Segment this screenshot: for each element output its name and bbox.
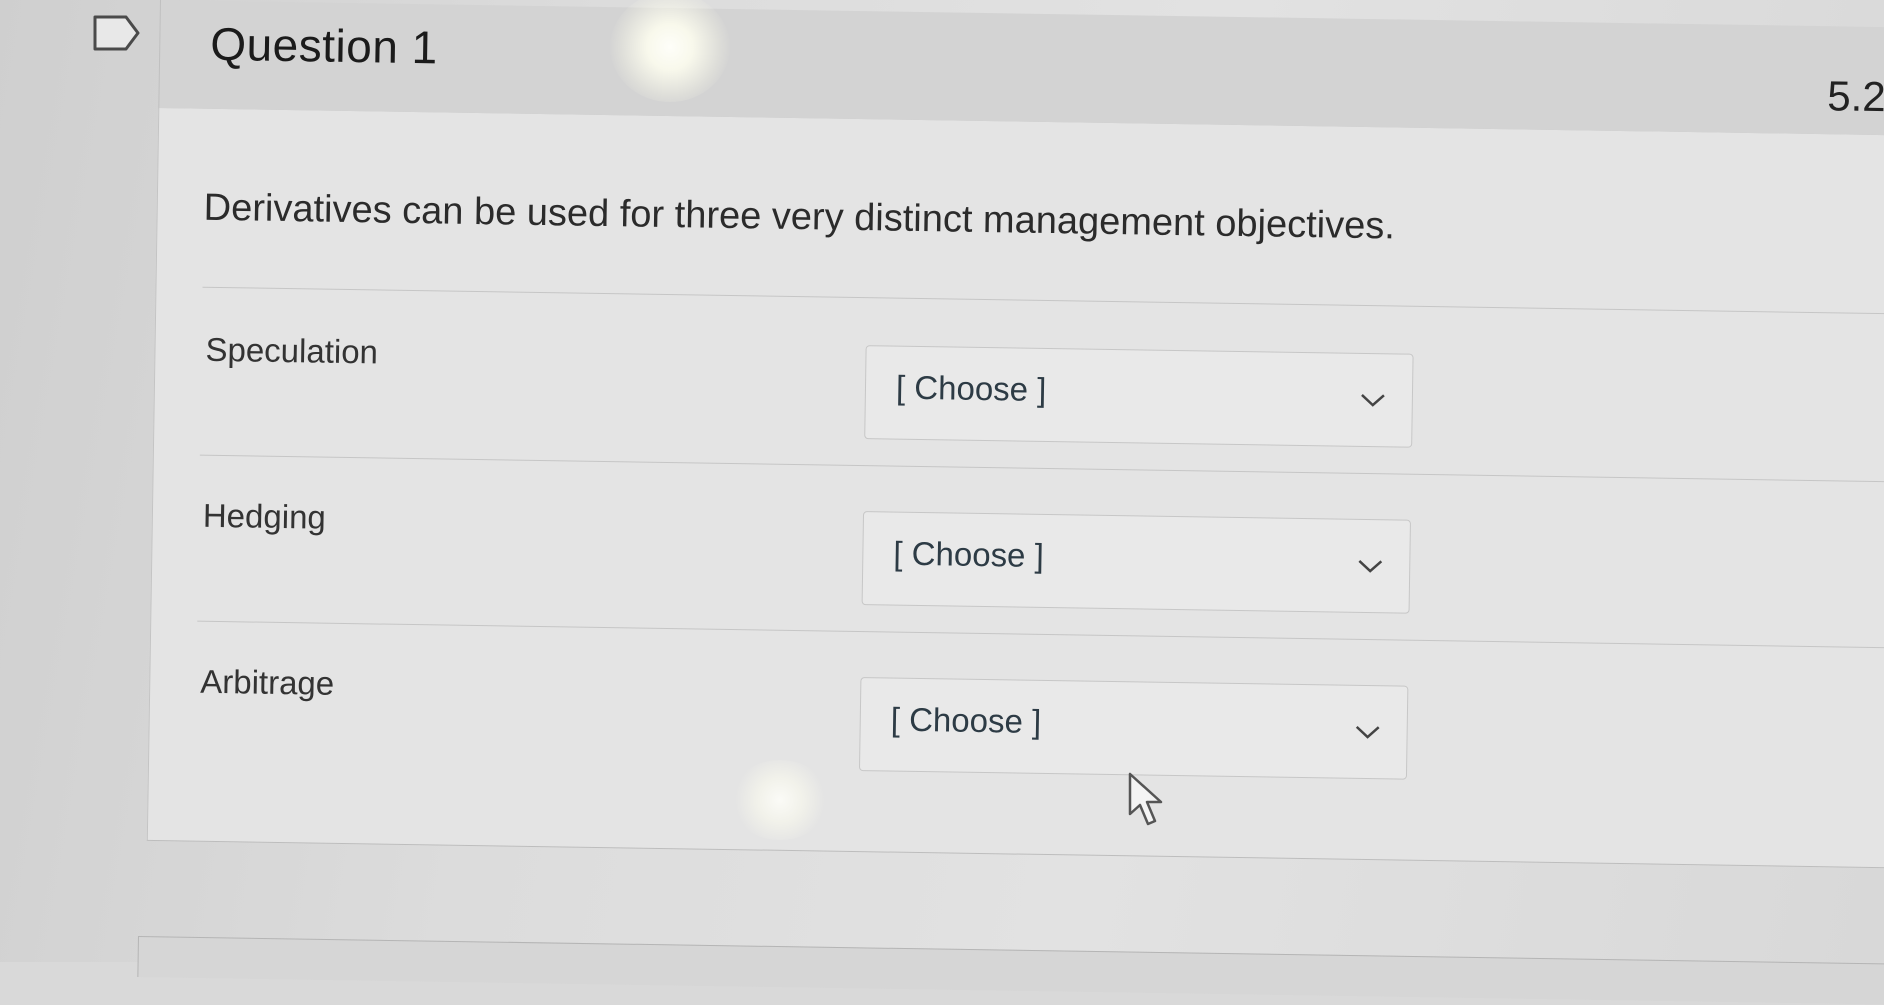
question-body: Derivatives can be used for three very d… [146, 107, 1884, 869]
answer-label-arbitrage: Arbitrage [200, 662, 335, 702]
divider [199, 454, 1884, 483]
question-title: Question 1 [209, 17, 439, 74]
select-value: [ Choose ] [890, 700, 1042, 740]
answer-label-hedging: Hedging [202, 496, 327, 536]
divider [197, 620, 1884, 649]
chevron-down-icon [1358, 559, 1383, 573]
chevron-down-icon [1361, 394, 1385, 407]
answer-select-hedging[interactable]: [ Choose ] [861, 511, 1411, 614]
question-card: Question 1 5.2 Derivatives can be used f… [146, 0, 1884, 888]
divider [202, 286, 1884, 315]
flag-icon [93, 15, 140, 51]
select-value: [ Choose ] [895, 368, 1047, 408]
quiz-page: Question 1 5.2 Derivatives can be used f… [0, 0, 1884, 1005]
next-question-card [137, 936, 1884, 1005]
answer-label-speculation: Speculation [205, 330, 379, 371]
answer-select-speculation[interactable]: [ Choose ] [864, 345, 1414, 448]
flag-question-button[interactable] [92, 14, 142, 52]
chevron-down-icon [1355, 725, 1380, 739]
question-points: 5.2 [1826, 72, 1884, 121]
answer-select-arbitrage[interactable]: [ Choose ] [858, 677, 1409, 780]
select-value: [ Choose ] [893, 534, 1045, 574]
question-text: Derivatives can be used for three very d… [203, 186, 1396, 248]
